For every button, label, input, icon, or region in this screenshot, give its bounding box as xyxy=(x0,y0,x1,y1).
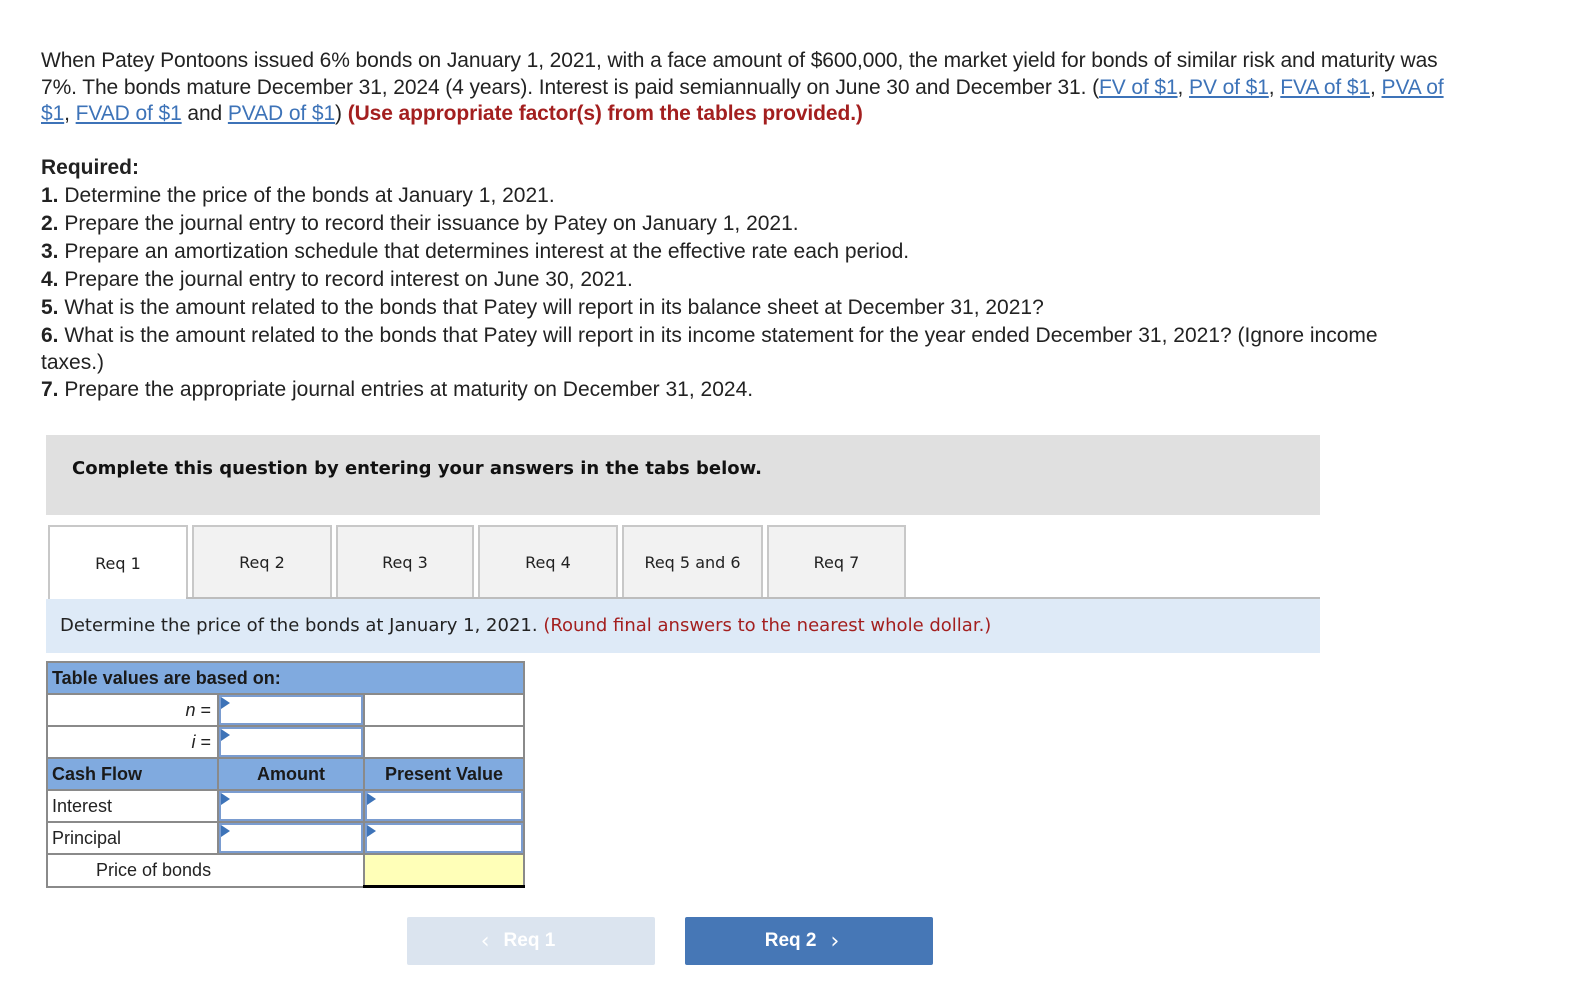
n-label: n = xyxy=(46,693,219,727)
table-row: Principal xyxy=(46,821,525,855)
row-label-interest: Interest xyxy=(46,789,219,823)
item-text: Prepare the journal entry to record thei… xyxy=(64,212,799,235)
tab-req-3[interactable]: Req 3 xyxy=(336,525,474,598)
chevron-left-icon: ‹ xyxy=(480,928,490,954)
separator: , xyxy=(1268,75,1281,99)
input-flag-icon xyxy=(221,793,230,805)
empty-cell xyxy=(363,725,525,759)
prev-req-button[interactable]: ‹ Req 1 xyxy=(407,917,655,965)
link-pvad[interactable]: PVAD of $1 xyxy=(228,102,335,125)
instruction-line: Determine the price of the bonds at Janu… xyxy=(60,615,991,636)
total-row: Price of bonds xyxy=(46,853,525,888)
item-text: Prepare the appropriate journal entries … xyxy=(64,378,754,401)
table-row: Interest xyxy=(46,789,525,823)
item-number: 3. xyxy=(41,240,59,263)
n-input[interactable] xyxy=(219,695,363,725)
required-item: 2. Prepare the journal entry to record t… xyxy=(41,210,1451,238)
interest-amount-input[interactable] xyxy=(219,791,363,821)
tab-req-7[interactable]: Req 7 xyxy=(767,525,906,598)
principal-pv-input[interactable] xyxy=(365,823,523,853)
rounding-note: (Round final answers to the nearest whol… xyxy=(543,615,992,636)
required-item: 6. What is the amount related to the bon… xyxy=(41,322,1391,376)
n-cell xyxy=(217,693,365,727)
prev-label: Req 1 xyxy=(503,930,556,951)
required-item: 1. Determine the price of the bonds at J… xyxy=(41,182,1451,210)
principal-amount-input[interactable] xyxy=(219,823,363,853)
row-label-principal: Principal xyxy=(46,821,219,855)
required-item: 7. Prepare the appropriate journal entri… xyxy=(41,376,1451,404)
banner-text: Complete this question by entering your … xyxy=(72,458,762,479)
i-input[interactable] xyxy=(219,727,363,757)
item-number: 1. xyxy=(41,184,59,207)
problem-statement: When Patey Pontoons issued 6% bonds on J… xyxy=(41,48,1451,128)
req-instruction: Determine the price of the bonds at Janu… xyxy=(46,599,1320,653)
instruction-text: Determine the price of the bonds at Janu… xyxy=(60,615,538,636)
required-item: 5. What is the amount related to the bon… xyxy=(41,294,1451,322)
equals-sign: = xyxy=(195,731,211,752)
col-amount: Amount xyxy=(217,757,365,791)
price-of-bonds-label: Price of bonds xyxy=(46,853,365,888)
link-fv[interactable]: FV of $1 xyxy=(1099,76,1178,99)
item-text: What is the amount related to the bonds … xyxy=(64,296,1044,319)
required-list: Required: 1. Determine the price of the … xyxy=(41,154,1451,404)
required-heading: Required: xyxy=(41,156,140,179)
chevron-right-icon: › xyxy=(830,928,840,954)
item-text: Prepare an amortization schedule that de… xyxy=(64,240,910,263)
price-of-bonds-value xyxy=(363,853,525,888)
req-tabs: Req 1 Req 2 Req 3 Req 4 Req 5 and 6 Req … xyxy=(48,525,910,600)
tab-req-4[interactable]: Req 4 xyxy=(478,525,618,598)
input-flag-icon xyxy=(221,729,230,741)
tab-req-2[interactable]: Req 2 xyxy=(192,525,332,598)
table-header: Table values are based on: xyxy=(46,661,525,695)
next-label: Req 2 xyxy=(764,930,817,951)
close-paren: ) xyxy=(335,102,342,125)
tab-req-1[interactable]: Req 1 xyxy=(48,525,188,600)
input-flag-icon xyxy=(221,697,230,709)
item-text: What is the amount related to the bonds … xyxy=(41,324,1378,374)
item-number: 2. xyxy=(41,212,59,235)
required-item: 3. Prepare an amortization schedule that… xyxy=(41,238,1451,266)
bond-price-table: Table values are based on: n = i = Cash … xyxy=(46,661,525,888)
col-present-value: Present Value xyxy=(363,757,525,791)
required-item: 4. Prepare the journal entry to record i… xyxy=(41,266,1451,294)
input-flag-icon xyxy=(367,793,376,805)
tab-req-5-and-6[interactable]: Req 5 and 6 xyxy=(622,525,763,598)
amount-cell xyxy=(217,789,365,823)
i-cell xyxy=(217,725,365,759)
separator: and xyxy=(181,102,228,125)
separator: , xyxy=(1177,75,1190,99)
link-fvad[interactable]: FVAD of $1 xyxy=(76,102,182,125)
factor-instruction: (Use appropriate factor(s) from the tabl… xyxy=(347,102,863,125)
instructions-banner: Complete this question by entering your … xyxy=(46,435,1320,515)
amount-cell xyxy=(217,821,365,855)
pv-cell xyxy=(363,821,525,855)
pv-cell xyxy=(363,789,525,823)
separator: , xyxy=(64,102,76,125)
next-req-button[interactable]: Req 2 › xyxy=(685,917,933,965)
item-text: Prepare the journal entry to record inte… xyxy=(64,268,633,291)
n-symbol: n xyxy=(185,699,196,720)
link-fva[interactable]: FVA of $1 xyxy=(1280,76,1370,99)
interest-pv-input[interactable] xyxy=(365,791,523,821)
link-pv[interactable]: PV of $1 xyxy=(1189,76,1269,99)
separator: , xyxy=(1370,75,1382,99)
item-text: Determine the price of the bonds at Janu… xyxy=(64,184,555,207)
input-flag-icon xyxy=(367,825,376,837)
item-number: 4. xyxy=(41,268,59,291)
empty-cell xyxy=(363,693,525,727)
col-cash-flow: Cash Flow xyxy=(46,757,219,791)
item-number: 5. xyxy=(41,296,59,319)
item-number: 7. xyxy=(41,378,59,401)
input-flag-icon xyxy=(221,825,230,837)
item-number: 6. xyxy=(41,324,59,347)
equals-sign: = xyxy=(195,699,211,720)
i-label: i = xyxy=(46,725,219,759)
